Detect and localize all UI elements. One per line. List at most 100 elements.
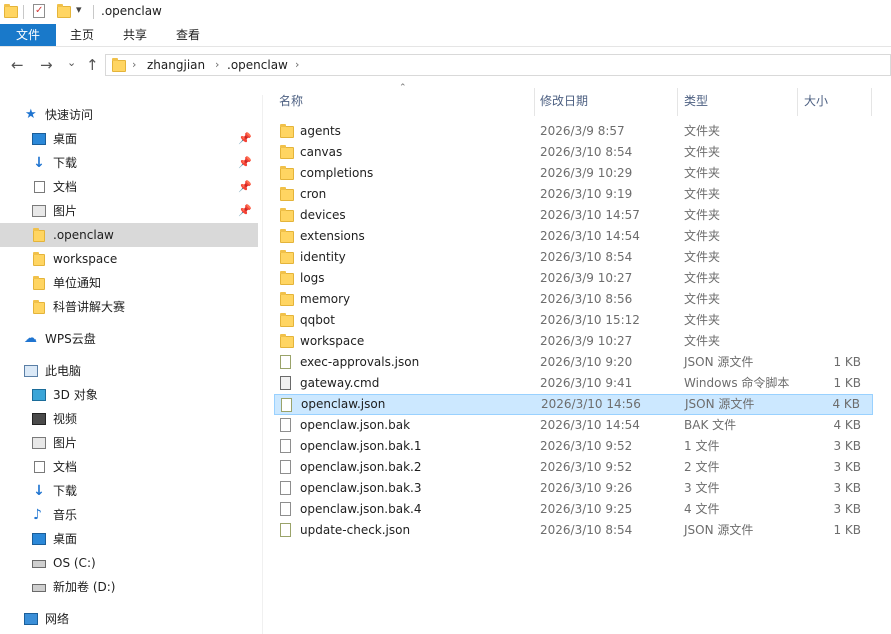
file-row[interactable]: workspace 2026/3/9 10:27 文件夹 — [274, 331, 873, 352]
file-row[interactable]: qqbot 2026/3/10 15:12 文件夹 — [274, 310, 873, 331]
file-row[interactable]: canvas 2026/3/10 8:54 文件夹 — [274, 142, 873, 163]
file-row[interactable]: extensions 2026/3/10 14:54 文件夹 — [274, 226, 873, 247]
file-size: 3 KB — [833, 439, 861, 453]
column-header-type[interactable]: 类型 — [684, 93, 708, 119]
sidebar-item-network[interactable]: 网络 — [0, 607, 258, 631]
sidebar-item-openclaw[interactable]: .openclaw — [0, 223, 258, 247]
folder-icon — [280, 292, 294, 306]
column-divider[interactable] — [677, 88, 678, 116]
desktop-icon — [32, 533, 46, 545]
file-name: devices — [300, 208, 346, 222]
tab-file[interactable]: 文件 — [0, 24, 56, 46]
file-type: JSON 源文件 — [685, 397, 755, 411]
file-type: 文件夹 — [684, 145, 721, 159]
file-row[interactable]: memory 2026/3/10 8:56 文件夹 — [274, 289, 873, 310]
file-size: 3 KB — [833, 502, 861, 516]
tab-home[interactable]: 主页 — [56, 24, 108, 46]
pin-icon[interactable]: 📌 — [238, 175, 252, 199]
new-folder-icon[interactable] — [57, 4, 71, 18]
breadcrumb-separator[interactable]: › — [132, 58, 136, 71]
file-name: update-check.json — [300, 523, 411, 537]
file-size: 1 KB — [833, 523, 861, 537]
file-row[interactable]: openclaw.json.bak.1 2026/3/10 9:52 1 文件 3 K… — [274, 436, 873, 457]
document-icon — [34, 461, 45, 473]
file-type: Windows 命令脚本 — [684, 376, 790, 390]
tab-share[interactable]: 共享 — [108, 24, 162, 46]
folder-icon[interactable] — [4, 4, 18, 18]
breadcrumb-zhangjian[interactable]: zhangjian — [147, 58, 205, 72]
folder-icon — [280, 208, 294, 222]
file-row[interactable]: exec-approvals.json 2026/3/10 9:20 JSON 源文… — [274, 352, 873, 373]
file-row[interactable]: completions 2026/3/9 10:29 文件夹 — [274, 163, 873, 184]
sidebar-item-unit-notice[interactable]: 单位通知 — [0, 271, 258, 295]
breadcrumb-separator[interactable]: › — [215, 58, 219, 71]
file-name: memory — [300, 292, 351, 306]
sidebar-item-downloads[interactable]: ↓ 下载 📌 — [0, 151, 258, 175]
file-type: 文件夹 — [684, 313, 721, 327]
address-bar[interactable]: › zhangjian › .openclaw › — [105, 54, 891, 76]
folder-icon — [280, 271, 294, 285]
file-row[interactable]: cron 2026/3/10 9:19 文件夹 — [274, 184, 873, 205]
column-divider[interactable] — [871, 88, 872, 116]
file-name: cron — [300, 187, 327, 201]
file-row[interactable]: openclaw.json.bak.4 2026/3/10 9:25 4 文件 3 K… — [274, 499, 873, 520]
sidebar-item-videos[interactable]: 视频 — [0, 407, 258, 431]
back-button[interactable]: ← — [11, 57, 24, 73]
file-row[interactable]: openclaw.json.bak.2 2026/3/10 9:52 2 文件 3 K… — [274, 457, 873, 478]
file-row[interactable]: gateway.cmd 2026/3/10 9:41 Windows 命令脚本 1 K… — [274, 373, 873, 394]
sidebar-item-label: 网络 — [45, 612, 70, 626]
sidebar-item-music[interactable]: ♪ 音乐 — [0, 503, 258, 527]
sidebar-item-workspace[interactable]: workspace — [0, 247, 258, 271]
pin-icon[interactable]: 📌 — [238, 151, 252, 175]
file-row[interactable]: openclaw.json 2026/3/10 14:56 JSON 源文件 4 KB — [274, 394, 873, 415]
file-row[interactable]: openclaw.json.bak 2026/3/10 14:54 BAK 文件 4 … — [274, 415, 873, 436]
sidebar-item-desktop[interactable]: 桌面 📌 — [0, 127, 258, 151]
file-icon — [280, 502, 291, 516]
sidebar-item-wps-cloud[interactable]: ☁ WPS云盘 — [0, 327, 258, 351]
file-type: JSON 源文件 — [684, 355, 754, 369]
sidebar-item-desktop[interactable]: 桌面 — [0, 527, 258, 551]
breadcrumb-openclaw[interactable]: .openclaw — [227, 58, 288, 72]
breadcrumb-separator[interactable]: › — [295, 58, 299, 71]
sidebar-item-drive-d[interactable]: 新加卷 (D:) — [0, 575, 258, 599]
file-row[interactable]: devices 2026/3/10 14:57 文件夹 — [274, 205, 873, 226]
file-date: 2026/3/9 8:57 — [540, 124, 625, 138]
properties-icon[interactable]: ✓ — [33, 4, 45, 18]
sidebar-item-documents[interactable]: 文档 📌 — [0, 175, 258, 199]
file-name: openclaw.json.bak.1 — [300, 439, 422, 453]
file-row[interactable]: logs 2026/3/9 10:27 文件夹 — [274, 268, 873, 289]
sidebar-item-3d-objects[interactable]: 3D 对象 — [0, 383, 258, 407]
file-row[interactable]: update-check.json 2026/3/10 8:54 JSON 源文件 1… — [274, 520, 873, 541]
file-row[interactable]: identity 2026/3/10 8:54 文件夹 — [274, 247, 873, 268]
sidebar-item-documents[interactable]: 文档 — [0, 455, 258, 479]
column-header-date[interactable]: 修改日期 — [540, 93, 588, 119]
sidebar-item-pictures[interactable]: 图片 📌 — [0, 199, 258, 223]
sidebar-quick-access[interactable]: ★ 快速访问 — [0, 103, 258, 127]
column-divider[interactable] — [534, 88, 535, 116]
file-row[interactable]: openclaw.json.bak.3 2026/3/10 9:26 3 文件 3 K… — [274, 478, 873, 499]
pin-icon[interactable]: 📌 — [238, 127, 252, 151]
sidebar-item-downloads[interactable]: ↓ 下载 — [0, 479, 258, 503]
file-date: 2026/3/9 10:27 — [540, 334, 633, 348]
sidebar-item-this-pc[interactable]: 此电脑 — [0, 359, 258, 383]
cloud-icon: ☁ — [24, 331, 37, 346]
up-button[interactable]: ↑ — [86, 57, 99, 73]
sidebar-item-drive-c[interactable]: OS (C:) — [0, 551, 258, 575]
column-header-size[interactable]: 大小 — [804, 93, 828, 119]
column-divider[interactable] — [797, 88, 798, 116]
qat-dropdown-icon[interactable]: ▾ — [76, 3, 82, 16]
sidebar-item-science-contest[interactable]: 科普讲解大赛 — [0, 295, 258, 319]
file-size: 1 KB — [833, 355, 861, 369]
sidebar-item-label: 此电脑 — [45, 364, 82, 378]
forward-button[interactable]: → — [40, 57, 53, 73]
file-date: 2026/3/10 14:54 — [540, 229, 640, 243]
tab-view[interactable]: 查看 — [162, 24, 214, 46]
file-list: ⌃ 名称 修改日期 类型 大小 agents 2026/3/9 8:57 文件夹 ca… — [264, 83, 891, 634]
sidebar-item-pictures[interactable]: 图片 — [0, 431, 258, 455]
document-icon — [34, 181, 45, 193]
sort-ascending-icon: ⌃ — [399, 83, 407, 93]
file-row[interactable]: agents 2026/3/9 8:57 文件夹 — [274, 121, 873, 142]
column-header-name[interactable]: 名称 — [279, 93, 303, 119]
recent-locations-button[interactable]: ⌄ — [67, 55, 76, 71]
pin-icon[interactable]: 📌 — [238, 199, 252, 223]
